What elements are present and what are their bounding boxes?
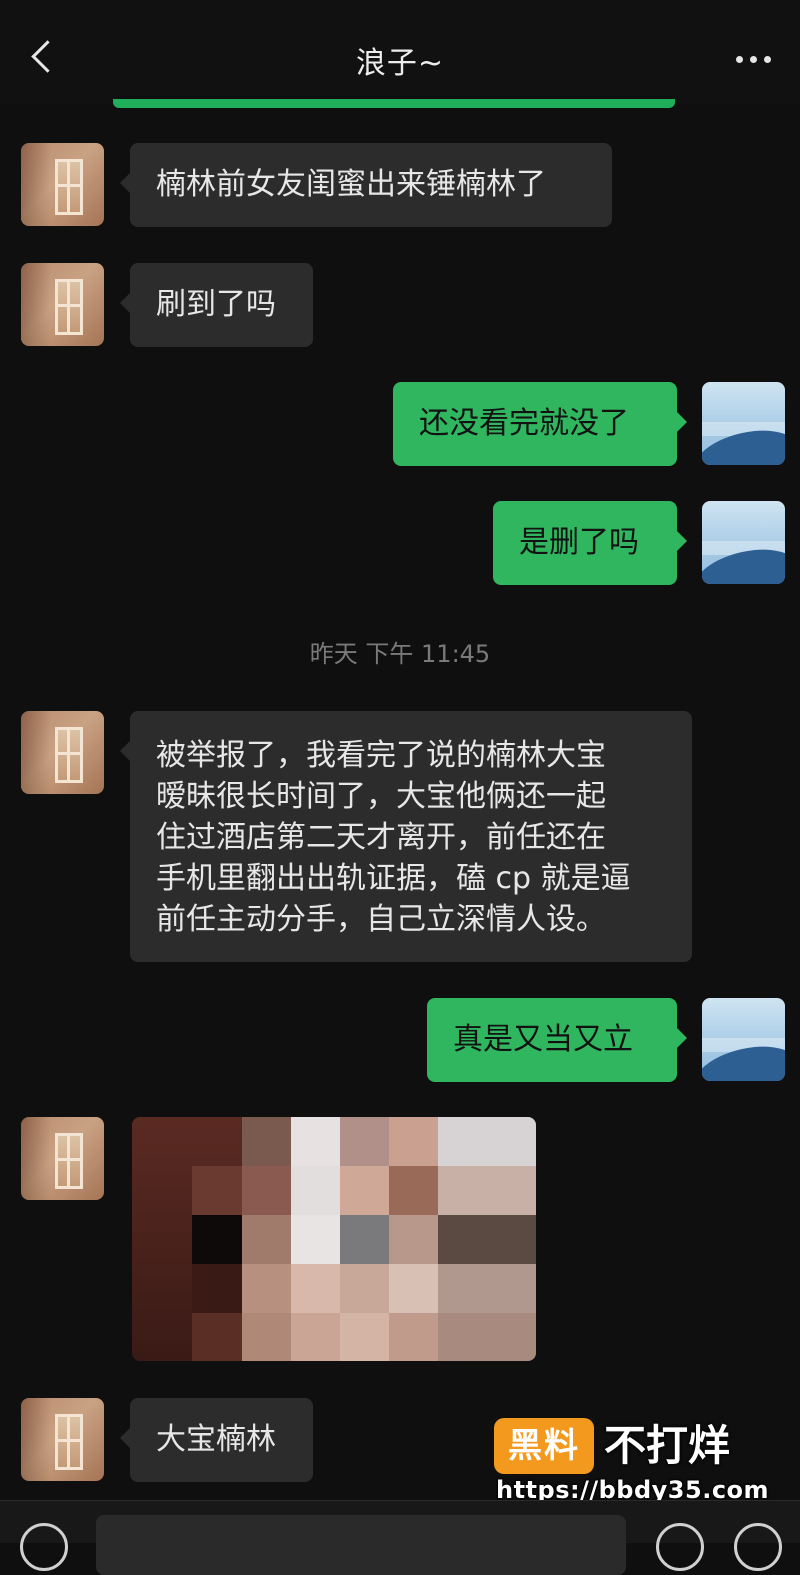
emoji-button[interactable] <box>656 1523 704 1571</box>
pixel-block <box>389 1313 438 1361</box>
pixel-block <box>389 1264 438 1313</box>
watermark-badge: 黑料 <box>494 1418 594 1474</box>
chat-title: 浪子~ <box>355 46 445 81</box>
contact-avatar[interactable] <box>21 1398 104 1481</box>
pixel-block <box>291 1117 340 1166</box>
pixel-block <box>438 1264 536 1313</box>
pixel-block <box>192 1166 242 1215</box>
pixel-block <box>242 1313 291 1361</box>
pixel-block <box>438 1166 536 1215</box>
pixel-block <box>438 1313 536 1361</box>
site-watermark: 黑料 不打烊 https://bbdy35.com <box>492 1414 792 1514</box>
watermark-title: 不打烊 <box>604 1421 731 1470</box>
pixel-block <box>340 1117 389 1166</box>
message-bubble-incoming[interactable]: 楠林前女友闺蜜出来锤楠林了 <box>120 143 612 227</box>
pixel-block <box>291 1215 340 1264</box>
more-options-button[interactable] <box>734 44 774 74</box>
contact-avatar[interactable] <box>21 263 104 346</box>
more-actions-button[interactable] <box>734 1523 782 1571</box>
avatar-shade <box>21 143 51 226</box>
my-avatar[interactable] <box>702 382 785 465</box>
message-timestamp: 昨天 下午 11:45 <box>309 640 491 668</box>
message-bubble-incoming[interactable]: 被举报了，我看完了说的楠林大宝 暧昧很长时间了，大宝他俩还一起 住过酒店第二天才… <box>120 711 692 962</box>
message-bubble-outgoing[interactable]: 还没看完就没了 <box>393 382 687 466</box>
pixel-block <box>340 1264 389 1313</box>
avatar-shade <box>21 1117 51 1200</box>
my-avatar[interactable] <box>702 998 785 1081</box>
pixel-block <box>438 1215 536 1264</box>
image-message-pixelated[interactable] <box>132 1117 536 1361</box>
contact-avatar[interactable] <box>21 711 104 794</box>
pixel-block <box>192 1264 242 1313</box>
pixel-block <box>340 1166 389 1215</box>
pixel-block <box>438 1117 536 1166</box>
pixel-block <box>389 1166 438 1215</box>
previous-message-edge <box>113 96 675 108</box>
my-avatar[interactable] <box>702 501 785 584</box>
avatar-window <box>55 1133 83 1189</box>
avatar-shade <box>21 263 51 346</box>
pixel-block <box>242 1117 291 1166</box>
more-icon <box>736 56 743 63</box>
avatar-shade <box>21 1398 51 1481</box>
avatar-shade <box>21 711 51 794</box>
chat-input-bar <box>0 1500 800 1575</box>
pixel-block <box>242 1166 291 1215</box>
more-icon-dot <box>750 56 757 63</box>
avatar-window <box>55 159 83 215</box>
pixel-block <box>242 1215 291 1264</box>
message-bubble-incoming[interactable]: 刷到了吗 <box>120 263 313 347</box>
avatar-window <box>55 1414 83 1470</box>
message-bubble-outgoing[interactable]: 是删了吗 <box>493 501 687 585</box>
pixel-block <box>389 1215 438 1264</box>
message-input[interactable] <box>96 1515 626 1575</box>
message-bubble-incoming[interactable]: 大宝楠林 <box>120 1398 313 1482</box>
pixel-block <box>291 1166 340 1215</box>
pixel-block <box>291 1264 340 1313</box>
voice-input-button[interactable] <box>20 1523 68 1571</box>
contact-avatar[interactable] <box>21 1117 104 1200</box>
pixel-block <box>291 1313 340 1361</box>
contact-avatar[interactable] <box>21 143 104 226</box>
pixel-block <box>340 1313 389 1361</box>
chat-header: 浪子~ <box>0 0 800 104</box>
message-bubble-outgoing[interactable]: 真是又当又立 <box>427 998 687 1082</box>
pixel-block <box>192 1215 242 1264</box>
pixel-block <box>389 1117 438 1166</box>
pixel-block <box>340 1215 389 1264</box>
pixel-block <box>192 1313 242 1361</box>
pixel-block <box>242 1264 291 1313</box>
avatar-window <box>55 279 83 335</box>
more-icon-dot <box>764 56 771 63</box>
avatar-window <box>55 727 83 783</box>
